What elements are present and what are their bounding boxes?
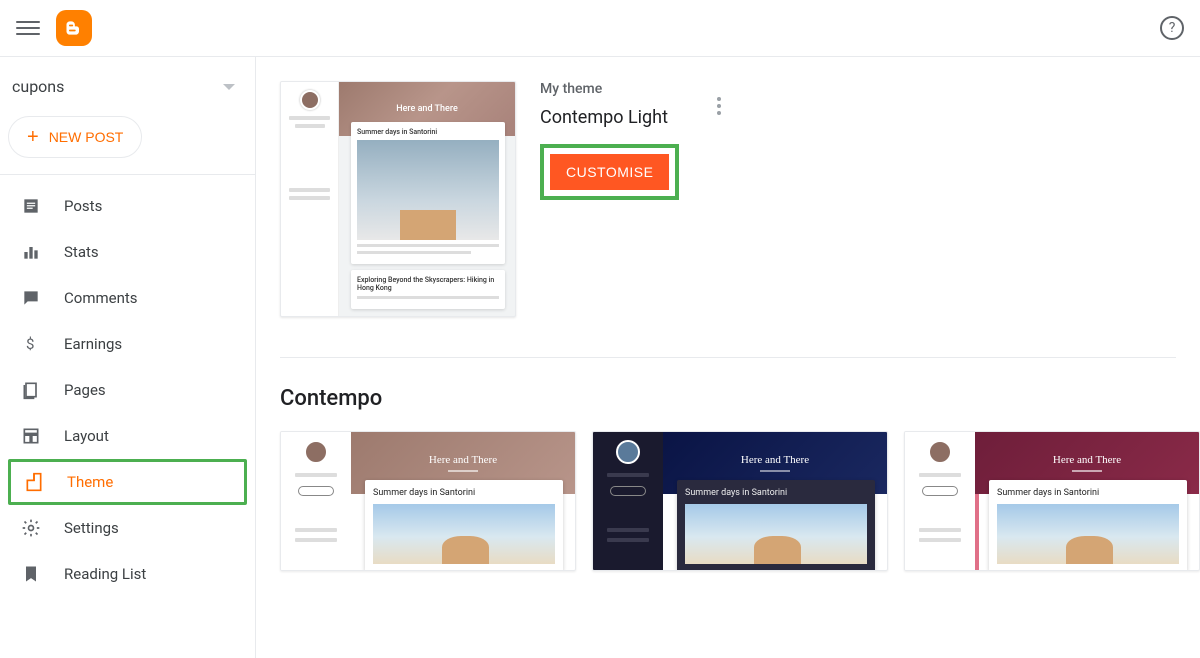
sidebar-item-label: Pages <box>64 381 106 399</box>
sidebar-item-reading-list[interactable]: Reading List <box>0 551 255 597</box>
blog-selector[interactable]: cupons <box>0 65 255 112</box>
sidebar-item-earnings[interactable]: $ Earnings <box>0 321 255 367</box>
theme-card-contempo-dark[interactable]: Here and There Summer days in Santorini <box>592 431 888 571</box>
theme-icon <box>23 471 45 493</box>
sidebar-item-stats[interactable]: Stats <box>0 229 255 275</box>
layout-icon <box>20 425 42 447</box>
my-theme-name: Contempo Light <box>540 107 679 128</box>
sidebar-item-label: Earnings <box>64 335 122 353</box>
sidebar-item-label: Comments <box>64 289 138 307</box>
sidebar-item-label: Settings <box>64 519 119 537</box>
theme-card-post: Summer days in Santorini <box>373 488 555 498</box>
my-theme-preview[interactable]: Here and There Summer days in Santorini … <box>280 81 516 317</box>
pages-icon <box>20 379 42 401</box>
sidebar-item-layout[interactable]: Layout <box>0 413 255 459</box>
sidebar-item-pages[interactable]: Pages <box>0 367 255 413</box>
sidebar-item-label: Layout <box>64 427 109 445</box>
blog-name: cupons <box>12 77 64 96</box>
theme-card-post: Summer days in Santorini <box>685 488 867 498</box>
theme-card-hero: Here and There <box>1053 454 1121 466</box>
gear-icon <box>20 517 42 539</box>
theme-card-contempo-light[interactable]: Here and There Summer days in Santorini <box>280 431 576 571</box>
sidebar-item-posts[interactable]: Posts <box>0 183 255 229</box>
chevron-down-icon <box>223 84 235 90</box>
theme-card-hero: Here and There <box>741 454 809 466</box>
sidebar-item-label: Posts <box>64 197 102 215</box>
sidebar-item-settings[interactable]: Settings <box>0 505 255 551</box>
theme-card-hero: Here and There <box>429 454 497 466</box>
earnings-icon: $ <box>20 333 42 355</box>
stats-icon <box>20 241 42 263</box>
comments-icon <box>20 287 42 309</box>
sidebar-item-comments[interactable]: Comments <box>0 275 255 321</box>
preview-post-title: Summer days in Santorini <box>357 128 499 136</box>
sidebar-item-theme[interactable]: Theme <box>11 462 244 502</box>
new-post-label: NEW POST <box>49 129 124 145</box>
sidebar-item-label: Theme <box>67 473 113 491</box>
svg-text:$: $ <box>26 335 34 353</box>
customise-button[interactable]: CUSTOMISE <box>550 154 669 190</box>
blogger-logo[interactable] <box>56 10 92 46</box>
sidebar-item-label: Stats <box>64 243 99 261</box>
bookmark-icon <box>20 563 42 585</box>
hamburger-menu-icon[interactable] <box>16 16 40 40</box>
new-post-button[interactable]: + NEW POST <box>8 116 142 158</box>
my-theme-label: My theme <box>540 81 679 97</box>
highlight-box-theme: Theme <box>8 459 247 505</box>
plus-icon: + <box>27 127 39 147</box>
more-menu-icon[interactable] <box>709 89 729 123</box>
posts-icon <box>20 195 42 217</box>
theme-card-contempo-wine[interactable]: Here and There Summer days in Santorini <box>904 431 1200 571</box>
theme-card-post: Summer days in Santorini <box>997 488 1179 498</box>
help-icon[interactable]: ? <box>1160 16 1184 40</box>
highlight-box-customise: CUSTOMISE <box>540 144 679 200</box>
gallery-section-title: Contempo <box>280 386 1200 411</box>
sidebar-item-label: Reading List <box>64 565 146 583</box>
preview-post-title: Exploring Beyond the Skyscrapers: Hiking… <box>357 276 499 292</box>
